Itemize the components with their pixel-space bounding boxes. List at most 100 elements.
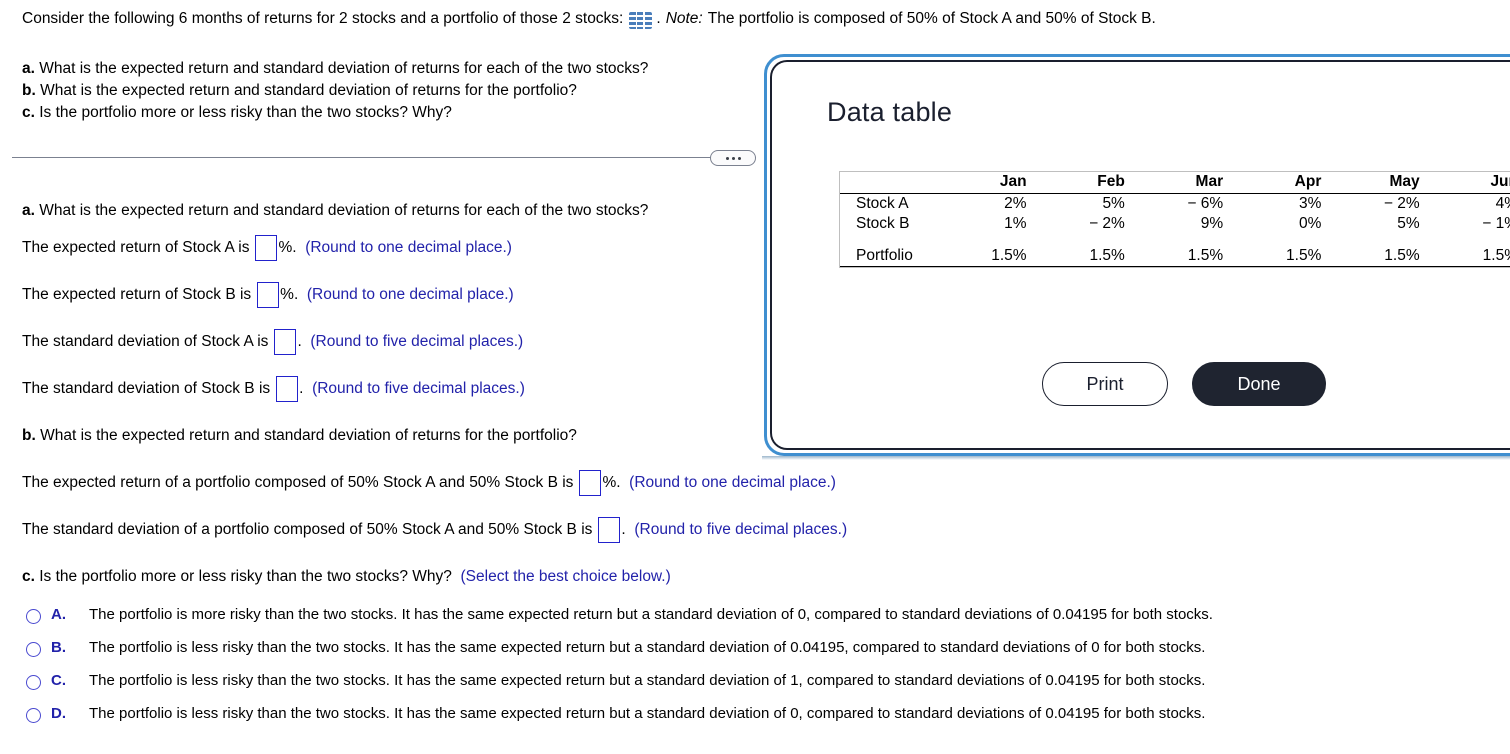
choice-text: The portfolio is less risky than the two… [89, 672, 1206, 689]
prompt-c-text: Is the portfolio more or less risky than… [39, 104, 452, 121]
radio-icon[interactable] [26, 642, 41, 657]
radio-icon[interactable] [26, 675, 41, 690]
answer-row-prefix: The expected return of Stock A is [22, 239, 250, 256]
answer-row-hint: (Round to five decimal places.) [310, 333, 524, 350]
radio-icon[interactable] [26, 609, 41, 624]
cell-portfolio-feb: 1.5% [1048, 246, 1147, 267]
note-label: Note: [665, 10, 703, 27]
table-grid-icon[interactable] [629, 12, 653, 29]
cell-stock-a-mar: − 6% [1187, 195, 1224, 212]
column-header-mar: Mar [1146, 172, 1246, 194]
part-b-text: What is the expected return and standard… [40, 427, 577, 444]
table-header-row: Jan Feb Mar Apr May Jun [840, 172, 1510, 194]
column-header-jan: Jan [950, 172, 1049, 194]
choice-option-b[interactable]: B. The portfolio is less risky than the … [26, 639, 1496, 672]
answer-row-suffix: %. [280, 286, 299, 303]
table-spacer-row [840, 234, 1510, 246]
data-table-dialog: Data table Jan Feb Mar Apr May Jun Stock… [764, 54, 1510, 456]
answer-row-hint: (Round to one decimal place.) [629, 474, 836, 491]
ellipsis-dot [731, 156, 735, 160]
part-c-hint: (Select the best choice below.) [460, 568, 671, 585]
expected-return-stock-b-input[interactable] [257, 281, 280, 308]
answer-row-hint: (Round to five decimal places.) [634, 521, 848, 538]
answer-row-prefix: The standard deviation of a portfolio co… [22, 521, 593, 538]
choice-text: The portfolio is more risky than the two… [89, 606, 1213, 623]
prompt-c: c. Is the portfolio more or less risky t… [22, 102, 648, 124]
part-c-text: Is the portfolio more or less risky than… [39, 568, 452, 585]
part-b-label: b. [22, 427, 36, 444]
dialog-button-row: Print Done [1042, 362, 1326, 406]
portfolio-expected-return-input[interactable] [579, 469, 602, 496]
expand-ellipsis-button[interactable] [710, 150, 756, 166]
choice-label: C. [51, 672, 66, 689]
prompt-b-text: What is the expected return and standard… [40, 82, 577, 99]
cell-stock-a-jan: 2% [1004, 195, 1027, 212]
radio-icon[interactable] [26, 708, 41, 723]
data-table: Jan Feb Mar Apr May Jun Stock A 2% 5% − … [840, 172, 1510, 267]
choice-list: A. The portfolio is more risky than the … [26, 606, 1496, 738]
choice-label: B. [51, 639, 66, 656]
column-header-may: May [1343, 172, 1442, 194]
cell-portfolio-jan: 1.5% [950, 246, 1049, 267]
problem-page: Consider the following 6 months of retur… [0, 0, 1510, 754]
answer-row-portfolio-stdev: The standard deviation of a portfolio co… [22, 506, 1502, 553]
cell-stock-b-apr: 0% [1298, 215, 1322, 232]
cell-stock-b-mar: 9% [1200, 215, 1224, 232]
cell-portfolio-mar: 1.5% [1146, 246, 1246, 267]
answer-row-hint: (Round to one decimal place.) [306, 286, 514, 303]
answer-row-suffix: %. [278, 239, 297, 256]
answer-row-prefix: The expected return of a portfolio compo… [22, 474, 574, 491]
intro-line: Consider the following 6 months of retur… [22, 10, 1156, 29]
row-label-stock-a: Stock A [856, 195, 909, 212]
cell-stock-a-feb: 5% [1102, 195, 1125, 212]
prompt-c-label: c. [22, 104, 35, 121]
choice-text: The portfolio is less risky than the two… [89, 639, 1206, 656]
answer-row-prefix: The expected return of Stock B is [22, 286, 252, 303]
cell-stock-b-may: 5% [1397, 215, 1420, 232]
prompt-b: b. What is the expected return and stand… [22, 80, 648, 102]
prompt-a-text: What is the expected return and standard… [39, 60, 649, 77]
cell-portfolio-jun: 1.5% [1441, 246, 1510, 267]
choice-option-c[interactable]: C. The portfolio is less risky than the … [26, 672, 1496, 705]
dialog-title: Data table [827, 97, 953, 127]
ellipsis-dot [725, 156, 729, 160]
cell-stock-a-jun: 4% [1495, 195, 1510, 212]
answer-row-hint: (Round to one decimal place.) [305, 239, 512, 256]
table-row: Stock B 1% − 2% 9% 0% 5% − 1% [840, 214, 1510, 234]
cell-portfolio-apr: 1.5% [1245, 246, 1344, 267]
cell-portfolio-may: 1.5% [1343, 246, 1442, 267]
prompt-block: a. What is the expected return and stand… [22, 58, 648, 124]
choice-option-d[interactable]: D. The portfolio is less risky than the … [26, 705, 1496, 738]
cell-stock-a-may: − 2% [1383, 195, 1420, 212]
choice-text: The portfolio is less risky than the two… [89, 705, 1206, 722]
intro-text: Consider the following 6 months of retur… [22, 10, 624, 27]
stdev-stock-a-input[interactable] [274, 328, 297, 355]
prompt-a: a. What is the expected return and stand… [22, 58, 648, 80]
answer-part-c-heading: c. Is the portfolio more or less risky t… [22, 553, 1502, 600]
expected-return-stock-a-input[interactable] [255, 234, 278, 261]
stdev-stock-b-input[interactable] [276, 375, 299, 402]
column-header-apr: Apr [1245, 172, 1344, 194]
answer-row-prefix: The standard deviation of Stock B is [22, 380, 271, 397]
choice-option-a[interactable]: A. The portfolio is more risky than the … [26, 606, 1496, 639]
part-a-text: What is the expected return and standard… [39, 201, 649, 219]
table-corner-cell [840, 172, 951, 194]
dialog-drop-shadow [762, 456, 1510, 460]
choice-label: D. [51, 705, 66, 722]
answer-row-portfolio-return: The expected return of a portfolio compo… [22, 459, 1502, 506]
done-button[interactable]: Done [1192, 362, 1326, 406]
answer-row-suffix: %. [602, 474, 621, 491]
print-button[interactable]: Print [1042, 362, 1168, 406]
part-a-label: a. [22, 201, 35, 219]
data-table-container: Jan Feb Mar Apr May Jun Stock A 2% 5% − … [839, 171, 1510, 268]
answer-row-hint: (Round to five decimal places.) [312, 380, 525, 397]
answer-row-prefix: The standard deviation of Stock A is [22, 333, 269, 350]
prompt-b-label: b. [22, 82, 36, 99]
prompt-a-label: a. [22, 60, 35, 77]
portfolio-stdev-input[interactable] [598, 516, 621, 543]
cell-stock-a-apr: 3% [1298, 195, 1322, 212]
cell-stock-b-jun: − 1% [1482, 215, 1510, 232]
part-c-label: c. [22, 568, 35, 585]
ellipsis-dot [737, 156, 741, 160]
intro-period: . [656, 10, 661, 27]
